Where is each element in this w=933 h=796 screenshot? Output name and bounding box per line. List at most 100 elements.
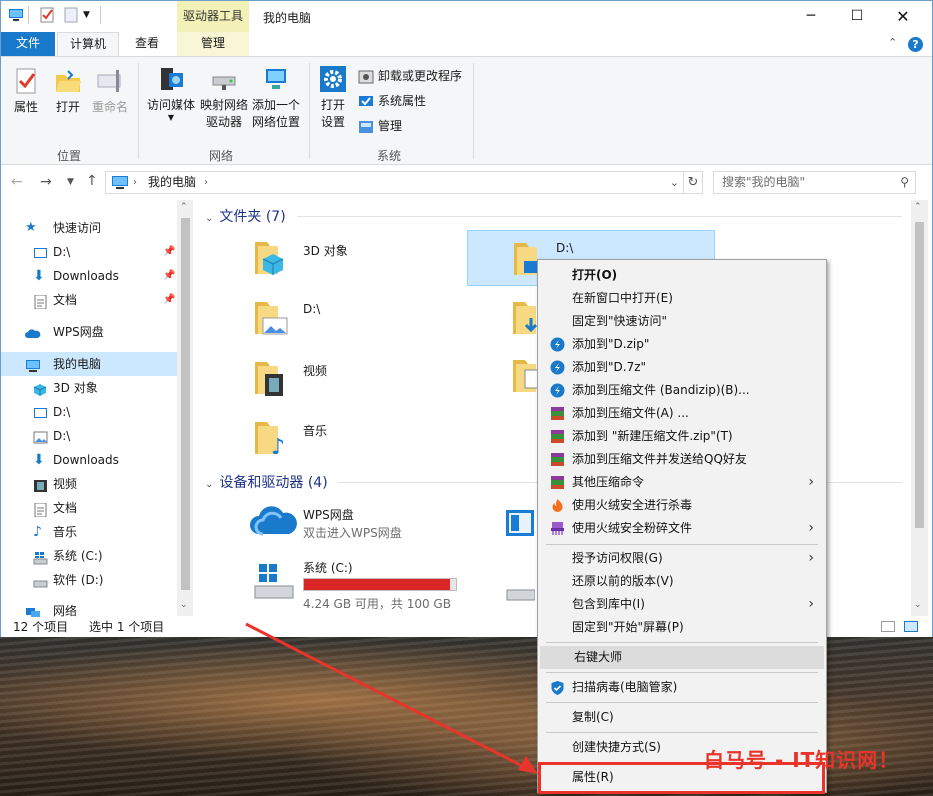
menu-item-grant-access[interactable]: 授予访问权限(G) › bbox=[538, 547, 826, 570]
folder-item-d-pictures[interactable]: D:\ bbox=[253, 294, 413, 348]
up-arrow-icon[interactable]: ↑ bbox=[86, 173, 98, 189]
sidebar-item-downloads[interactable]: ⬇ Downloads bbox=[1, 448, 177, 472]
document-icon bbox=[33, 293, 48, 310]
sidebar-item-documents-pinned[interactable]: 文档 📌 bbox=[1, 288, 177, 312]
address-dropdown-icon[interactable]: ⌄ bbox=[670, 172, 679, 193]
sidebar-item-quick-access[interactable]: ★ 快速访问 bbox=[1, 216, 177, 240]
collapse-chevron-icon[interactable]: ⌄ bbox=[205, 479, 213, 490]
tab-view[interactable]: 查看 bbox=[123, 32, 171, 56]
folder-item-3d-objects[interactable]: 3D 对象 bbox=[253, 232, 413, 286]
menu-item-pin-quick-access[interactable]: 固定到"快速访问" bbox=[538, 310, 826, 333]
menu-item-add-7z[interactable]: 添加到"D.7z" bbox=[538, 356, 826, 379]
sidebar-item-c-drive[interactable]: 系统 (C:) bbox=[1, 544, 177, 568]
folder-item-videos[interactable]: 视频 bbox=[253, 352, 413, 406]
open-settings-button[interactable]: 打开 设置 bbox=[315, 65, 351, 131]
folder-label: 3D 对象 bbox=[303, 244, 348, 258]
collapse-ribbon-icon[interactable]: ⌃ bbox=[888, 36, 897, 49]
maximize-button[interactable]: ☐ bbox=[834, 1, 880, 32]
pin-icon[interactable]: 📌 bbox=[163, 240, 175, 264]
access-media-button[interactable]: 访问媒体 ▼ bbox=[143, 65, 199, 122]
menu-item-open-new-window[interactable]: 在新窗口中打开(E) bbox=[538, 287, 826, 310]
open-label: 打开 bbox=[55, 100, 80, 114]
menu-item-add-archive[interactable]: 添加到压缩文件(A) ... bbox=[538, 402, 826, 425]
sidebar-item-3d-objects[interactable]: 3D 对象 bbox=[1, 376, 177, 400]
folders-section-header[interactable]: ⌄ 文件夹 (7) bbox=[205, 206, 286, 226]
manage-button[interactable]: 管理 bbox=[358, 115, 402, 137]
rename-button[interactable]: 重命名 bbox=[89, 67, 131, 116]
large-icons-view-icon[interactable] bbox=[904, 621, 918, 632]
sidebar-item-d-drive[interactable]: 软件 (D:) bbox=[1, 568, 177, 592]
devices-section-header[interactable]: ⌄ 设备和驱动器 (4) bbox=[205, 472, 328, 492]
menu-item-huorong-shred[interactable]: 使用火绒安全粉碎文件 › bbox=[538, 517, 826, 540]
search-input[interactable]: 搜索"我的电脑" ⚲ bbox=[713, 171, 916, 194]
system-properties-button[interactable]: 系统属性 bbox=[358, 90, 426, 112]
sidebar-item-downloads-pinned[interactable]: ⬇ Downloads 📌 bbox=[1, 264, 177, 288]
address-bar[interactable]: › 我的电脑 › ⌄ bbox=[105, 171, 684, 194]
menu-item-right-click-master[interactable]: 右键大师 bbox=[540, 646, 824, 669]
details-view-icon[interactable] bbox=[881, 621, 895, 632]
sidebar-item-videos[interactable]: 视频 bbox=[1, 472, 177, 496]
sidebar-item-documents[interactable]: 文档 bbox=[1, 496, 177, 520]
film-icon bbox=[33, 477, 48, 492]
sidebar-item-this-pc[interactable]: 我的电脑 bbox=[1, 352, 177, 376]
map-drive-button[interactable]: 映射网络 驱动器 bbox=[197, 65, 251, 131]
scroll-down-icon[interactable]: ⌄ bbox=[914, 600, 922, 610]
menu-item-scan-virus[interactable]: 扫描病毒(电脑管家) bbox=[538, 676, 826, 699]
folder-item-music[interactable]: ♪ 音乐 bbox=[253, 412, 413, 466]
menu-item-other-compress[interactable]: 其他压缩命令 › bbox=[538, 471, 826, 494]
scroll-down-icon[interactable]: ⌄ bbox=[180, 600, 188, 610]
uninstall-programs-button[interactable]: 卸载或更改程序 bbox=[358, 65, 462, 87]
sidebar-item-label: 3D 对象 bbox=[53, 381, 98, 395]
menu-item-copy[interactable]: 复制(C) bbox=[538, 706, 826, 729]
new-folder-quick-icon[interactable] bbox=[63, 7, 79, 23]
back-arrow-icon[interactable]: ← bbox=[11, 174, 23, 190]
sidebar-item-d-2[interactable]: D:\ bbox=[1, 424, 177, 448]
tab-manage[interactable]: 管理 bbox=[177, 32, 249, 56]
tab-computer[interactable]: 计算机 bbox=[57, 32, 119, 57]
collapse-chevron-icon[interactable]: ⌄ bbox=[205, 213, 213, 224]
tab-file[interactable]: 文件 bbox=[1, 32, 55, 56]
close-button[interactable]: ✕ bbox=[880, 1, 926, 32]
menu-item-pin-start[interactable]: 固定到"开始"屏幕(P) bbox=[538, 616, 826, 639]
sidebar-item-music[interactable]: ♪ 音乐 bbox=[1, 520, 177, 544]
menu-item-add-new-zip[interactable]: 添加到 "新建压缩文件.zip"(T) bbox=[538, 425, 826, 448]
forward-arrow-icon[interactable]: → bbox=[40, 174, 52, 190]
minimize-button[interactable]: ─ bbox=[788, 1, 834, 32]
open-button[interactable]: 打开 bbox=[51, 67, 85, 116]
add-network-location-button[interactable]: 添加一个 网络位置 bbox=[249, 65, 303, 131]
menu-item-huorong-scan[interactable]: 使用火绒安全进行杀毒 bbox=[538, 494, 826, 517]
sidebar-item-d-pinned[interactable]: D:\ 📌 bbox=[1, 240, 177, 264]
properties-button[interactable]: 属性 bbox=[9, 67, 43, 116]
sidebar-item-wps-cloud[interactable]: WPS网盘 bbox=[1, 320, 177, 344]
c-drive[interactable]: 系统 (C:) 4.24 GB 可用，共 100 GB bbox=[249, 558, 469, 611]
menu-item-add-send-qq[interactable]: 添加到压缩文件并发送给QQ好友 bbox=[538, 448, 826, 471]
sidebar-scrollbar[interactable]: ⌃ ⌄ bbox=[177, 200, 194, 616]
menu-item-add-bandizip[interactable]: 添加到压缩文件 (Bandizip)(B)... bbox=[538, 379, 826, 402]
pin-icon[interactable]: 📌 bbox=[163, 264, 175, 288]
wps-cloud-drive[interactable]: WPS网盘 双击进入WPS网盘 bbox=[249, 502, 469, 548]
pin-icon[interactable]: 📌 bbox=[163, 288, 175, 312]
help-icon[interactable]: ? bbox=[908, 37, 923, 52]
breadcrumb-chevron-icon[interactable]: › bbox=[204, 172, 208, 193]
menu-item-include-library[interactable]: 包含到库中(I) › bbox=[538, 593, 826, 616]
scroll-thumb[interactable] bbox=[915, 222, 924, 528]
content-scrollbar[interactable]: ⌃ ⌄ bbox=[911, 200, 928, 616]
scroll-up-icon[interactable]: ⌃ bbox=[180, 202, 188, 212]
menu-item-add-zip[interactable]: 添加到"D.zip" bbox=[538, 333, 826, 356]
system-properties-label: 系统属性 bbox=[378, 94, 427, 108]
breadcrumb-chevron-icon[interactable]: › bbox=[133, 172, 137, 193]
menu-item-restore-versions[interactable]: 还原以前的版本(V) bbox=[538, 570, 826, 593]
computer-icon[interactable] bbox=[8, 7, 24, 23]
refresh-button[interactable]: ↻ bbox=[683, 171, 703, 194]
system-properties-icon bbox=[358, 94, 374, 108]
menu-item-open[interactable]: 打开(O) bbox=[538, 264, 826, 287]
menu-label: 复制(C) bbox=[572, 710, 614, 724]
recent-locations-icon[interactable]: ▼ bbox=[67, 177, 74, 187]
scroll-thumb[interactable] bbox=[181, 218, 190, 590]
customize-dropdown-icon[interactable]: ▼ bbox=[83, 7, 99, 23]
sidebar-item-d-1[interactable]: D:\ bbox=[1, 400, 177, 424]
sidebar-item-label: 系统 (C:) bbox=[53, 549, 103, 563]
scroll-up-icon[interactable]: ⌃ bbox=[914, 202, 922, 212]
properties-quick-icon[interactable] bbox=[39, 7, 55, 23]
menu-label: 右键大师 bbox=[574, 650, 623, 664]
